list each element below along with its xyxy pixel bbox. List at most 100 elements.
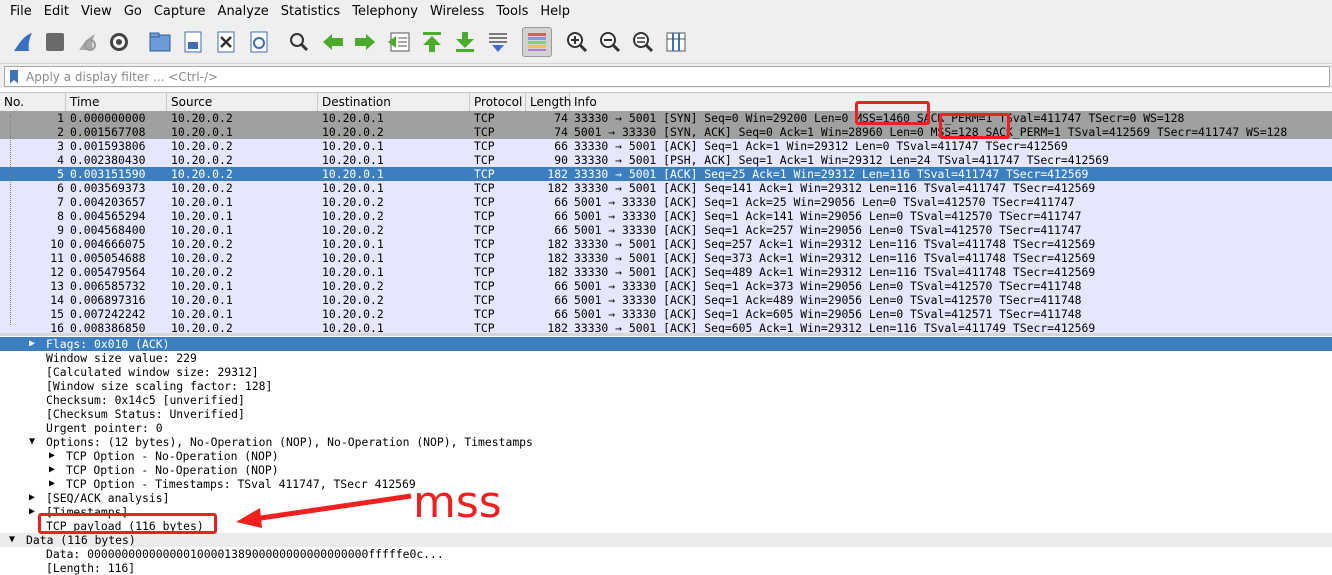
autoscroll-icon[interactable] xyxy=(483,27,513,57)
zoom-normal-icon[interactable] xyxy=(628,27,658,57)
collapse-arrow-icon[interactable]: ▶ xyxy=(47,477,57,491)
packet-row[interactable]: 4 0.002380430 10.20.0.2 10.20.0.1 TCP 90 33330… xyxy=(0,153,1332,167)
column-header-protocol[interactable]: Protocol xyxy=(470,93,526,111)
packet-destination: 10.20.0.1 xyxy=(322,153,384,167)
column-header-destination[interactable]: Destination xyxy=(318,93,470,111)
packet-row[interactable]: 13 0.006585732 10.20.0.1 10.20.0.2 TCP 66 5001… xyxy=(0,279,1332,293)
go-back-icon[interactable] xyxy=(318,27,348,57)
menu-wireless[interactable]: Wireless xyxy=(424,0,490,23)
collapse-arrow-icon[interactable]: ▶ xyxy=(47,449,57,463)
packet-row[interactable]: 12 0.005479564 10.20.0.2 10.20.0.1 TCP 182 333… xyxy=(0,265,1332,279)
packet-time: 0.004203657 xyxy=(70,195,146,209)
packet-row[interactable]: 1 0.000000000 10.20.0.2 10.20.0.1 TCP 74 33330… xyxy=(0,111,1332,125)
detail-row[interactable]: [Window size scaling factor: 128] xyxy=(0,379,1332,393)
go-first-packet-icon[interactable] xyxy=(417,27,447,57)
save-file-icon[interactable] xyxy=(178,27,208,57)
menu-statistics[interactable]: Statistics xyxy=(275,0,346,23)
collapse-arrow-icon[interactable]: ▶ xyxy=(27,491,37,505)
detail-row[interactable]: Data: 0000000000000001000013890000000000… xyxy=(0,547,1332,561)
close-file-icon[interactable] xyxy=(211,27,241,57)
collapse-arrow-icon[interactable]: ▶ xyxy=(27,505,37,519)
shark-fin-start-icon[interactable] xyxy=(8,27,38,57)
resize-columns-icon[interactable] xyxy=(661,27,691,57)
packet-info: 33330 → 5001 [ACK] Seq=1 Ack=1 Win=29312… xyxy=(574,139,1068,153)
detail-text: Options: (12 bytes), No-Operation (NOP),… xyxy=(46,435,533,449)
menu-edit[interactable]: Edit xyxy=(38,0,75,23)
expand-arrow-icon[interactable]: ▼ xyxy=(7,533,17,547)
packet-list: No. Time Source Destination Protocol Len… xyxy=(0,92,1332,334)
packet-row[interactable]: 8 0.004565294 10.20.0.1 10.20.0.2 TCP 66 5001 … xyxy=(0,209,1332,223)
collapse-arrow-icon[interactable]: ▶ xyxy=(27,337,37,351)
packet-destination: 10.20.0.2 xyxy=(322,125,384,139)
packet-info: 5001 → 33330 [ACK] Seq=1 Ack=373 Win=290… xyxy=(574,279,1082,293)
detail-row[interactable]: ▼ Options: (12 bytes), No-Operation (NOP)… xyxy=(0,435,1332,449)
detail-row[interactable]: [Calculated window size: 29312] xyxy=(0,365,1332,379)
menu-tools[interactable]: Tools xyxy=(490,0,534,23)
find-packet-icon[interactable] xyxy=(284,27,314,57)
menu-capture[interactable]: Capture xyxy=(148,0,212,23)
reload-file-icon[interactable] xyxy=(244,27,274,57)
detail-row[interactable]: Checksum: 0x14c5 [unverified] xyxy=(0,393,1332,407)
packet-info: 33330 → 5001 [ACK] Seq=257 Ack=1 Win=293… xyxy=(574,237,1096,251)
go-to-packet-icon[interactable] xyxy=(384,27,414,57)
menu-go[interactable]: Go xyxy=(118,0,148,23)
go-forward-icon[interactable] xyxy=(350,27,380,57)
annotation-label: mss xyxy=(413,477,502,528)
column-header-info[interactable]: Info xyxy=(570,93,1332,111)
stop-square-icon[interactable] xyxy=(40,27,70,57)
restart-capture-icon[interactable] xyxy=(72,27,102,57)
packet-row[interactable]: 5 0.003151590 10.20.0.2 10.20.0.1 TCP 182 3333… xyxy=(0,167,1332,181)
collapse-arrow-icon[interactable]: ▶ xyxy=(47,463,57,477)
open-folder-icon[interactable] xyxy=(145,27,175,57)
packet-row[interactable]: 6 0.003569373 10.20.0.2 10.20.0.1 TCP 182 3333… xyxy=(0,181,1332,195)
packet-row[interactable]: 15 0.007242242 10.20.0.1 10.20.0.2 TCP 66 5001… xyxy=(0,307,1332,321)
detail-row[interactable]: ▶ TCP Option - No-Operation (NOP) xyxy=(0,449,1332,463)
menu-help[interactable]: Help xyxy=(534,0,576,23)
packet-row[interactable]: 2 0.001567708 10.20.0.1 10.20.0.2 TCP 74 5001 … xyxy=(0,125,1332,139)
menu-view[interactable]: View xyxy=(75,0,118,23)
column-header-no[interactable]: No. xyxy=(0,93,66,111)
zoom-in-icon[interactable] xyxy=(562,27,592,57)
detail-row[interactable]: Urgent pointer: 0 xyxy=(0,421,1332,435)
packet-no: 9 xyxy=(57,223,64,237)
expand-arrow-icon[interactable]: ▼ xyxy=(27,435,37,449)
packet-row[interactable]: 7 0.004203657 10.20.0.1 10.20.0.2 TCP 66 5001 … xyxy=(0,195,1332,209)
zoom-out-icon[interactable] xyxy=(595,27,625,57)
capture-options-gear-icon[interactable] xyxy=(104,27,134,57)
detail-row[interactable]: ▼ Data (116 bytes) xyxy=(0,533,1332,547)
colorize-icon[interactable] xyxy=(522,27,552,57)
packet-row[interactable]: 11 0.005054688 10.20.0.2 10.20.0.1 TCP 182 333… xyxy=(0,251,1332,265)
detail-row[interactable]: ▶ TCP Option - Timestamps: TSval 411747, … xyxy=(0,477,1332,491)
packet-length: 74 xyxy=(554,111,568,125)
packet-source: 10.20.0.2 xyxy=(171,251,233,265)
detail-text: [Length: 116] xyxy=(46,561,136,575)
packet-no: 15 xyxy=(50,307,64,321)
detail-row[interactable]: ▶ TCP Option - No-Operation (NOP) xyxy=(0,463,1332,477)
menu-analyze[interactable]: Analyze xyxy=(212,0,275,23)
display-filter-input[interactable] xyxy=(26,68,1329,85)
packet-row[interactable]: 14 0.006897316 10.20.0.1 10.20.0.2 TCP 66 5001… xyxy=(0,293,1332,307)
detail-text: Data: 0000000000000001000013890000000000… xyxy=(46,547,444,561)
detail-row[interactable]: ▶ [SEQ/ACK analysis] xyxy=(0,491,1332,505)
packet-no: 8 xyxy=(57,209,64,223)
packet-row[interactable]: 10 0.004666075 10.20.0.2 10.20.0.1 TCP 182 333… xyxy=(0,237,1332,251)
detail-row[interactable]: Window size value: 229 xyxy=(0,351,1332,365)
filter-bookmark-icon[interactable] xyxy=(10,69,18,84)
packet-row[interactable]: 9 0.004568400 10.20.0.1 10.20.0.2 TCP 66 5001 … xyxy=(0,223,1332,237)
column-header-time[interactable]: Time xyxy=(66,93,167,111)
packet-time: 0.001567708 xyxy=(70,125,146,139)
menu-file[interactable]: File xyxy=(0,0,38,23)
detail-row[interactable]: [Checksum Status: Unverified] xyxy=(0,407,1332,421)
packet-length: 90 xyxy=(554,153,568,167)
column-header-length[interactable]: Length xyxy=(526,93,571,111)
go-last-packet-icon[interactable] xyxy=(450,27,480,57)
menu-bar: File Edit View Go Capture Analyze Statis… xyxy=(0,0,1332,23)
packet-row[interactable]: 3 0.001593806 10.20.0.2 10.20.0.1 TCP 66 33330… xyxy=(0,139,1332,153)
packet-info: 5001 → 33330 [SYN, ACK] Seq=0 Ack=1 Win=… xyxy=(574,125,1288,139)
menu-telephony[interactable]: Telephony xyxy=(346,0,424,23)
packet-time: 0.006897316 xyxy=(70,293,146,307)
packet-length: 182 xyxy=(547,265,568,279)
detail-row[interactable]: [Length: 116] xyxy=(0,561,1332,575)
column-header-source[interactable]: Source xyxy=(167,93,318,111)
detail-row[interactable]: ▶ Flags: 0x010 (ACK) xyxy=(0,337,1332,351)
